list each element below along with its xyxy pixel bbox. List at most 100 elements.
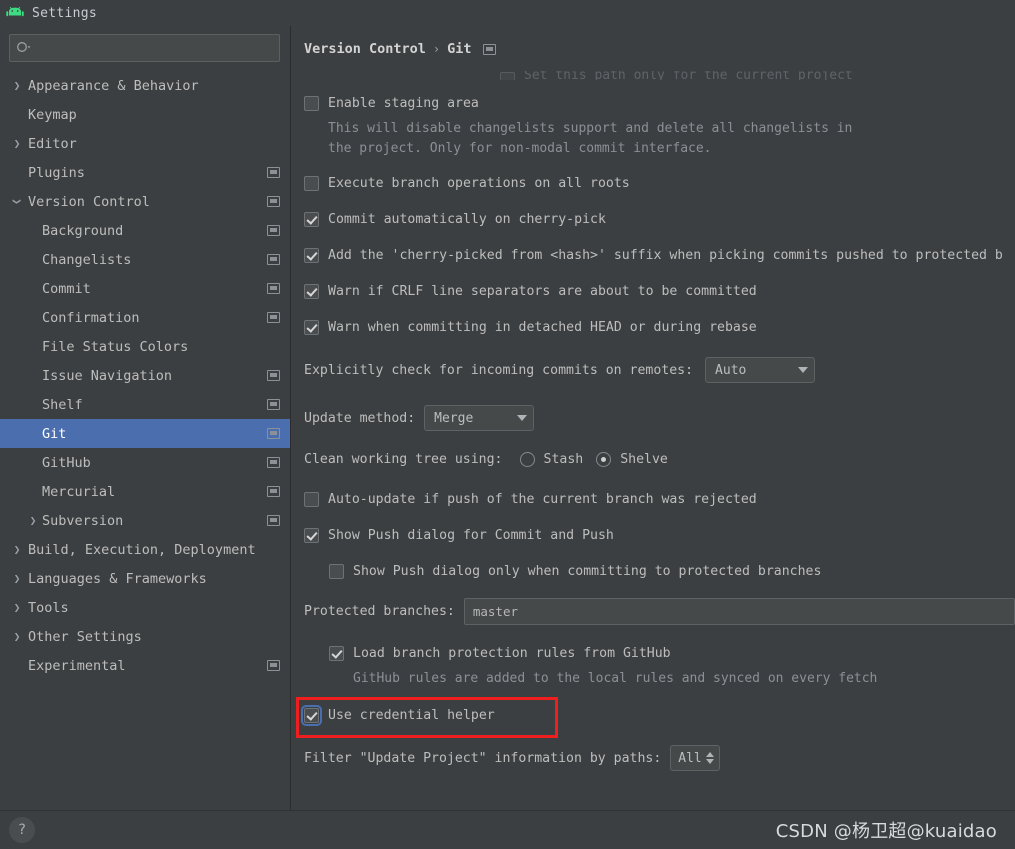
sidebar-item-experimental[interactable]: Experimental xyxy=(0,651,290,680)
settings-tree: ❯ Appearance & Behavior Keymap ❯ Editor Plugi… xyxy=(0,71,290,680)
use-credential-helper-checkbox[interactable] xyxy=(301,704,322,726)
chevron-right-icon: ❯ xyxy=(13,137,21,150)
sidebar-item-issue-navigation[interactable]: Issue Navigation xyxy=(0,361,290,390)
chevron-right-icon: ❯ xyxy=(13,572,21,585)
sidebar-item-commit[interactable]: Commit xyxy=(0,274,290,303)
project-settings-icon[interactable] xyxy=(267,428,280,439)
sidebar-item-label: File Status Colors xyxy=(42,338,189,355)
settings-scroll-area: Set this path only for the current proje… xyxy=(291,60,1015,810)
set-path-current-project-checkbox[interactable] xyxy=(500,72,515,80)
update-method-dropdown[interactable]: Merge xyxy=(424,405,535,431)
execute-branch-ops-row[interactable]: Execute branch operations on all roots xyxy=(304,172,1015,194)
sidebar-item-label: Subversion xyxy=(42,512,124,529)
show-push-dialog-row[interactable]: Show Push dialog for Commit and Push xyxy=(304,524,1015,546)
sidebar-item-label: Mercurial xyxy=(42,483,116,500)
clean-working-tree-stash-label: Stash xyxy=(543,451,584,467)
filter-update-project-value: All xyxy=(678,750,702,766)
execute-branch-ops-checkbox[interactable] xyxy=(304,175,319,191)
project-settings-icon[interactable] xyxy=(267,312,280,323)
sidebar-item-confirmation[interactable]: Confirmation xyxy=(0,303,290,332)
set-path-current-project-row[interactable]: Set this path only for the current proje… xyxy=(304,60,1015,80)
warn-detached-head-label: Warn when committing in detached HEAD or… xyxy=(328,319,757,335)
sidebar-item-languages-frameworks[interactable]: ❯ Languages & Frameworks xyxy=(0,564,290,593)
enable-staging-area-checkbox[interactable] xyxy=(304,95,319,111)
execute-branch-ops-label: Execute branch operations on all roots xyxy=(328,175,630,191)
sidebar-item-git[interactable]: Git xyxy=(0,419,290,448)
project-settings-icon[interactable] xyxy=(267,457,280,468)
search-box[interactable] xyxy=(9,34,280,62)
add-cherry-picked-suffix-row[interactable]: Add the 'cherry-picked from <hash>' suff… xyxy=(304,244,1015,266)
project-settings-icon[interactable] xyxy=(267,486,280,497)
update-method-row: Update method: Merge xyxy=(304,405,1015,431)
project-settings-icon[interactable] xyxy=(267,254,280,265)
search-icon xyxy=(17,41,31,52)
chevron-right-icon: ❯ xyxy=(13,79,21,92)
sidebar-item-github[interactable]: GitHub xyxy=(0,448,290,477)
clean-working-tree-stash-radio[interactable] xyxy=(519,451,535,467)
stepper-arrows-icon xyxy=(705,752,714,764)
clean-working-tree-shelve-radio[interactable] xyxy=(596,451,612,467)
commit-auto-cherry-pick-checkbox[interactable] xyxy=(304,211,319,227)
warn-detached-head-row[interactable]: Warn when committing in detached HEAD or… xyxy=(304,316,1015,338)
search-container xyxy=(0,26,290,68)
warn-crlf-label: Warn if CRLF line separators are about t… xyxy=(328,283,757,299)
show-push-dialog-protected-label: Show Push dialog only when committing to… xyxy=(353,563,822,579)
chevron-down-icon xyxy=(517,415,528,421)
sidebar-item-changelists[interactable]: Changelists xyxy=(0,245,290,274)
auto-update-push-rejected-checkbox[interactable] xyxy=(304,491,319,507)
show-push-dialog-protected-checkbox[interactable] xyxy=(329,563,344,579)
project-settings-icon[interactable] xyxy=(267,370,280,381)
sidebar-item-shelf[interactable]: Shelf xyxy=(0,390,290,419)
filter-update-project-stepper[interactable]: All xyxy=(670,745,720,771)
sidebar-item-mercurial[interactable]: Mercurial xyxy=(0,477,290,506)
sidebar-item-label: Build, Execution, Deployment xyxy=(28,541,256,558)
chevron-down-icon: ❯ xyxy=(10,198,24,205)
sidebar-item-other-settings[interactable]: ❯ Other Settings xyxy=(0,622,290,651)
project-settings-icon[interactable] xyxy=(267,167,280,178)
show-push-dialog-protected-row[interactable]: Show Push dialog only when committing to… xyxy=(304,560,1015,582)
update-method-value: Merge xyxy=(434,410,474,426)
warn-crlf-row[interactable]: Warn if CRLF line separators are about t… xyxy=(304,280,1015,302)
sidebar-item-label: Plugins xyxy=(28,164,85,181)
search-input[interactable] xyxy=(34,40,273,56)
sidebar-item-file-status-colors[interactable]: File Status Colors xyxy=(0,332,290,361)
sidebar-item-label: GitHub xyxy=(42,454,91,471)
load-branch-protection-checkbox[interactable] xyxy=(329,645,344,661)
sidebar-item-appearance-behavior[interactable]: ❯ Appearance & Behavior xyxy=(0,71,290,100)
sidebar-item-version-control[interactable]: ❯ Version Control xyxy=(0,187,290,216)
incoming-commits-dropdown[interactable]: Auto xyxy=(705,357,816,383)
chevron-right-icon: ❯ xyxy=(29,514,37,527)
sidebar-item-background[interactable]: Background xyxy=(0,216,290,245)
commit-auto-cherry-pick-row[interactable]: Commit automatically on cherry-pick xyxy=(304,208,1015,230)
project-settings-icon[interactable] xyxy=(267,660,280,671)
add-cherry-picked-suffix-checkbox[interactable] xyxy=(304,247,319,263)
sidebar-bottom-pad xyxy=(0,791,291,810)
sidebar-item-keymap[interactable]: Keymap xyxy=(0,100,290,129)
sidebar-item-editor[interactable]: ❯ Editor xyxy=(0,129,290,158)
sidebar-item-plugins[interactable]: Plugins xyxy=(0,158,290,187)
help-button[interactable]: ? xyxy=(9,817,35,843)
android-icon xyxy=(6,6,24,20)
sidebar-item-build-execution-deployment[interactable]: ❯ Build, Execution, Deployment xyxy=(0,535,290,564)
breadcrumb-parent[interactable]: Version Control xyxy=(304,41,426,57)
project-settings-icon[interactable] xyxy=(267,283,280,294)
sidebar-item-subversion[interactable]: ❯ Subversion xyxy=(0,506,290,535)
auto-update-push-rejected-row[interactable]: Auto-update if push of the current branc… xyxy=(304,488,1015,510)
load-branch-protection-row[interactable]: Load branch protection rules from GitHub xyxy=(304,642,1015,664)
project-settings-icon[interactable] xyxy=(267,225,280,236)
warn-detached-head-checkbox[interactable] xyxy=(304,319,319,335)
clean-working-tree-row: Clean working tree using: Stash Shelve xyxy=(304,448,1015,470)
show-push-dialog-checkbox[interactable] xyxy=(304,527,319,543)
warn-crlf-checkbox[interactable] xyxy=(304,283,319,299)
sidebar-item-label: Confirmation xyxy=(42,309,140,326)
project-settings-icon[interactable] xyxy=(267,399,280,410)
project-settings-icon[interactable] xyxy=(267,515,280,526)
use-credential-helper-row[interactable]: Use credential helper xyxy=(301,704,1015,726)
protected-branches-input[interactable] xyxy=(463,598,1015,625)
project-settings-icon[interactable] xyxy=(482,43,496,55)
enable-staging-area-row[interactable]: Enable staging area xyxy=(304,92,1015,114)
sidebar-item-tools[interactable]: ❯ Tools xyxy=(0,593,290,622)
breadcrumb-separator: › xyxy=(432,42,441,56)
chevron-right-icon: ❯ xyxy=(13,601,21,614)
project-settings-icon[interactable] xyxy=(267,196,280,207)
